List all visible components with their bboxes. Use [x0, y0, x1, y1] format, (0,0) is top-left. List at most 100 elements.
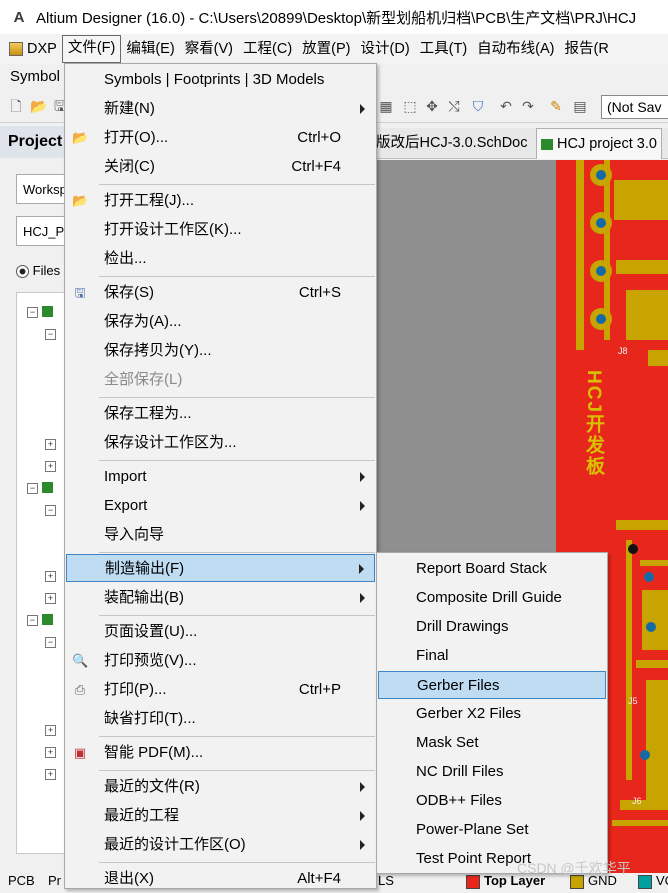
submenu-item-power-plane-set[interactable]: Power-Plane Set — [378, 816, 606, 844]
save-icon: 🖫 — [74, 285, 86, 300]
menu-item-import[interactable]: Import — [66, 463, 375, 491]
undo-icon[interactable]: ↶ — [498, 98, 514, 114]
menu-separator — [99, 276, 375, 277]
document-tabs: 版改后HCJ-3.0.SchDoc HCJ project 3.0 — [376, 128, 668, 159]
menu-autoroute[interactable]: 自动布线(A) — [472, 36, 559, 62]
tab-projects-panel[interactable]: Pr — [48, 873, 61, 888]
open-folder-icon[interactable]: 📂 — [30, 98, 47, 114]
menu-item-export[interactable]: Export — [66, 492, 375, 520]
collapse-icon[interactable]: − — [27, 615, 38, 626]
redo-icon[interactable]: ↷ — [520, 98, 536, 114]
menu-item-page-setup[interactable]: 页面设置(U)... — [66, 618, 375, 646]
menu-item-save-as[interactable]: 保存为(A)... — [66, 308, 375, 336]
tab-pcb-panel[interactable]: PCB — [8, 873, 35, 888]
layer-tab-vcc[interactable]: VC — [638, 873, 668, 889]
expand-icon[interactable]: + — [45, 439, 56, 450]
menu-dxp[interactable]: DXP — [4, 36, 62, 62]
files-radio[interactable]: Files — [16, 263, 60, 279]
menu-reports[interactable]: 报告(R — [560, 36, 614, 62]
menu-item-recent-files[interactable]: 最近的文件(R) — [66, 773, 375, 801]
clear-filter-icon[interactable]: ⛉ — [470, 98, 486, 114]
cross-select-icon[interactable]: ⤭ — [446, 98, 462, 114]
menu-item-save-workspace-as[interactable]: 保存设计工作区为... — [66, 429, 375, 457]
menu-item-close[interactable]: 关闭(C) Ctrl+F4 — [66, 153, 375, 181]
collapse-icon[interactable]: − — [45, 637, 56, 648]
menu-place[interactable]: 放置(P) — [297, 36, 355, 62]
menu-item-recent-projects[interactable]: 最近的工程 — [66, 802, 375, 830]
expand-icon[interactable]: + — [45, 769, 56, 780]
project-tree[interactable]: − − + + − − + + − − + + + — [16, 292, 66, 854]
menu-file[interactable]: 文件(F) — [61, 35, 122, 63]
submenu-item-composite-drill-guide[interactable]: Composite Drill Guide — [378, 584, 606, 612]
menu-design[interactable]: 设计(D) — [356, 36, 415, 62]
menu-item-open-workspace[interactable]: 打开设计工作区(K)... — [66, 216, 375, 244]
print-preview-icon: 🔍 — [72, 653, 89, 668]
menu-item-save-project-as[interactable]: 保存工程为... — [66, 400, 375, 428]
expand-icon[interactable]: + — [45, 593, 56, 604]
component-icon[interactable]: ▦ — [378, 98, 394, 114]
submenu-arrow-icon — [359, 564, 364, 574]
menu-item-save-copy-as[interactable]: 保存拷贝为(Y)... — [66, 337, 375, 365]
submenu-item-odb-files[interactable]: ODB++ Files — [378, 787, 606, 815]
board-insight-icon[interactable]: ▤ — [572, 98, 588, 114]
menu-item-fabrication-outputs[interactable]: 制造输出(F) — [66, 554, 375, 582]
layers-scroll-label[interactable]: LS — [378, 873, 394, 888]
menu-view[interactable]: 察看(V) — [180, 36, 238, 62]
submenu-arrow-icon — [360, 811, 365, 821]
submenu-item-mask-set[interactable]: Mask Set — [378, 729, 606, 757]
submenu-arrow-icon — [360, 782, 365, 792]
pad — [590, 308, 612, 330]
submenu-item-nc-drill-files[interactable]: NC Drill Files — [378, 758, 606, 786]
menu-item-print[interactable]: ⎙ 打印(P)... Ctrl+P — [66, 676, 375, 704]
submenu-item-report-board-stack[interactable]: Report Board Stack — [378, 555, 606, 583]
menu-item-checkout[interactable]: 检出... — [66, 245, 375, 273]
highlight-icon[interactable]: ✎ — [548, 98, 564, 114]
submenu-item-drill-drawings[interactable]: Drill Drawings — [378, 613, 606, 641]
designator-label: J6 — [632, 796, 642, 806]
collapse-icon[interactable]: − — [27, 307, 38, 318]
collapse-icon[interactable]: − — [27, 483, 38, 494]
pdf-icon: ▣ — [73, 745, 87, 760]
menu-item-default-print[interactable]: 缺省打印(T)... — [66, 705, 375, 733]
expand-icon[interactable]: + — [45, 571, 56, 582]
menu-item-open-project[interactable]: 📂 打开工程(J)... — [66, 187, 375, 215]
menu-item-recent-workspaces[interactable]: 最近的设计工作区(O) — [66, 831, 375, 859]
menu-item-open[interactable]: 📂 打开(O)... Ctrl+O — [66, 124, 375, 152]
menu-tools[interactable]: 工具(T) — [415, 36, 473, 62]
tab-schdoc[interactable]: 版改后HCJ-3.0.SchDoc — [376, 128, 527, 158]
designator-label: J8 — [618, 346, 628, 356]
submenu-item-gerber-files[interactable]: Gerber Files — [378, 671, 606, 699]
submenu-item-final[interactable]: Final — [378, 642, 606, 670]
symbols-label[interactable]: Symbol — [10, 68, 60, 85]
expand-icon[interactable]: + — [45, 747, 56, 758]
printer-icon: ⎙ — [74, 682, 86, 697]
move-icon[interactable]: ✥ — [424, 98, 440, 114]
collapse-icon[interactable]: − — [45, 505, 56, 516]
layer-color-swatch — [638, 874, 652, 889]
pcb-project-icon — [42, 306, 53, 317]
menu-item-smart-pdf[interactable]: ▣ 智能 PDF(M)... — [66, 739, 375, 767]
menu-item-import-wizard[interactable]: 导入向导 — [66, 521, 375, 549]
submenu-arrow-icon — [360, 840, 365, 850]
expand-icon[interactable]: + — [45, 461, 56, 472]
submenu-item-gerber-x2-files[interactable]: Gerber X2 Files — [378, 700, 606, 728]
menu-item-symbols-footprints[interactable]: Symbols | Footprints | 3D Models — [66, 66, 375, 94]
menu-project[interactable]: 工程(C) — [238, 36, 297, 62]
menu-item-print-preview[interactable]: 🔍 打印预览(V)... — [66, 647, 375, 675]
component-icon — [628, 544, 638, 554]
pcb-doc-icon — [541, 138, 553, 150]
variant-combo[interactable]: (Not Sav — [601, 95, 668, 119]
collapse-icon[interactable]: − — [45, 329, 56, 340]
menu-item-assembly-outputs[interactable]: 装配输出(B) — [66, 584, 375, 612]
expand-icon[interactable]: + — [45, 725, 56, 736]
menu-edit[interactable]: 编辑(E) — [121, 36, 179, 62]
via-icon — [646, 622, 656, 632]
new-document-icon[interactable]: 🗋 — [8, 98, 24, 114]
menu-item-save[interactable]: 🖫 保存(S) Ctrl+S — [66, 279, 375, 307]
menu-separator — [99, 184, 375, 185]
file-menu: Symbols | Footprints | 3D Models 新建(N) 📂… — [64, 63, 377, 889]
select-area-icon[interactable]: ⬚ — [402, 98, 418, 114]
menu-item-new[interactable]: 新建(N) — [66, 95, 375, 123]
altium-logo-icon: A — [13, 8, 25, 26]
tab-pcb-project[interactable]: HCJ project 3.0 — [536, 128, 662, 159]
